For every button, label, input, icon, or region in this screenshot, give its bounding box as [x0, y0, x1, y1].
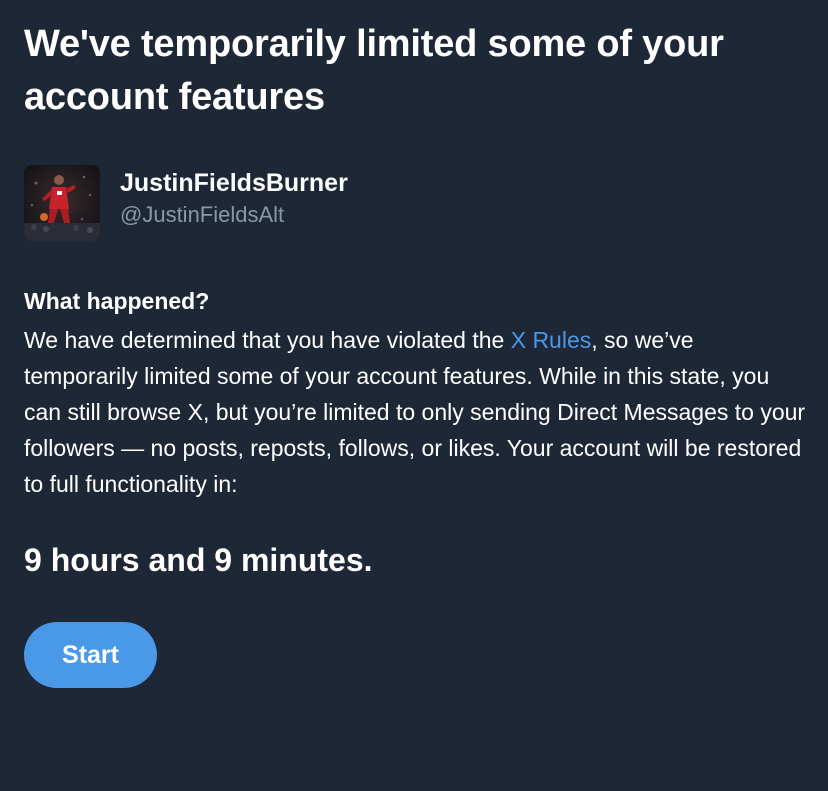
display-name: JustinFieldsBurner [120, 169, 348, 197]
notice-text-start: We have determined that you have violate… [24, 327, 511, 353]
account-profile: JustinFieldsBurner @JustinFieldsAlt [24, 165, 814, 241]
avatar [24, 165, 100, 241]
what-happened-heading: What happened? [24, 288, 210, 314]
page-title: We've temporarily limited some of your a… [24, 23, 724, 118]
restriction-countdown: 9 hours and 9 minutes. [24, 542, 373, 578]
account-names: JustinFieldsBurner @JustinFieldsAlt [120, 165, 348, 231]
account-handle: @JustinFieldsAlt [120, 202, 285, 227]
notice-body: We have determined that you have violate… [24, 322, 809, 502]
x-rules-link[interactable]: X Rules [511, 327, 592, 353]
start-button[interactable]: Start [24, 622, 157, 688]
profile-photo-icon [24, 165, 100, 241]
restriction-notice: We've temporarily limited some of your a… [24, 0, 814, 688]
